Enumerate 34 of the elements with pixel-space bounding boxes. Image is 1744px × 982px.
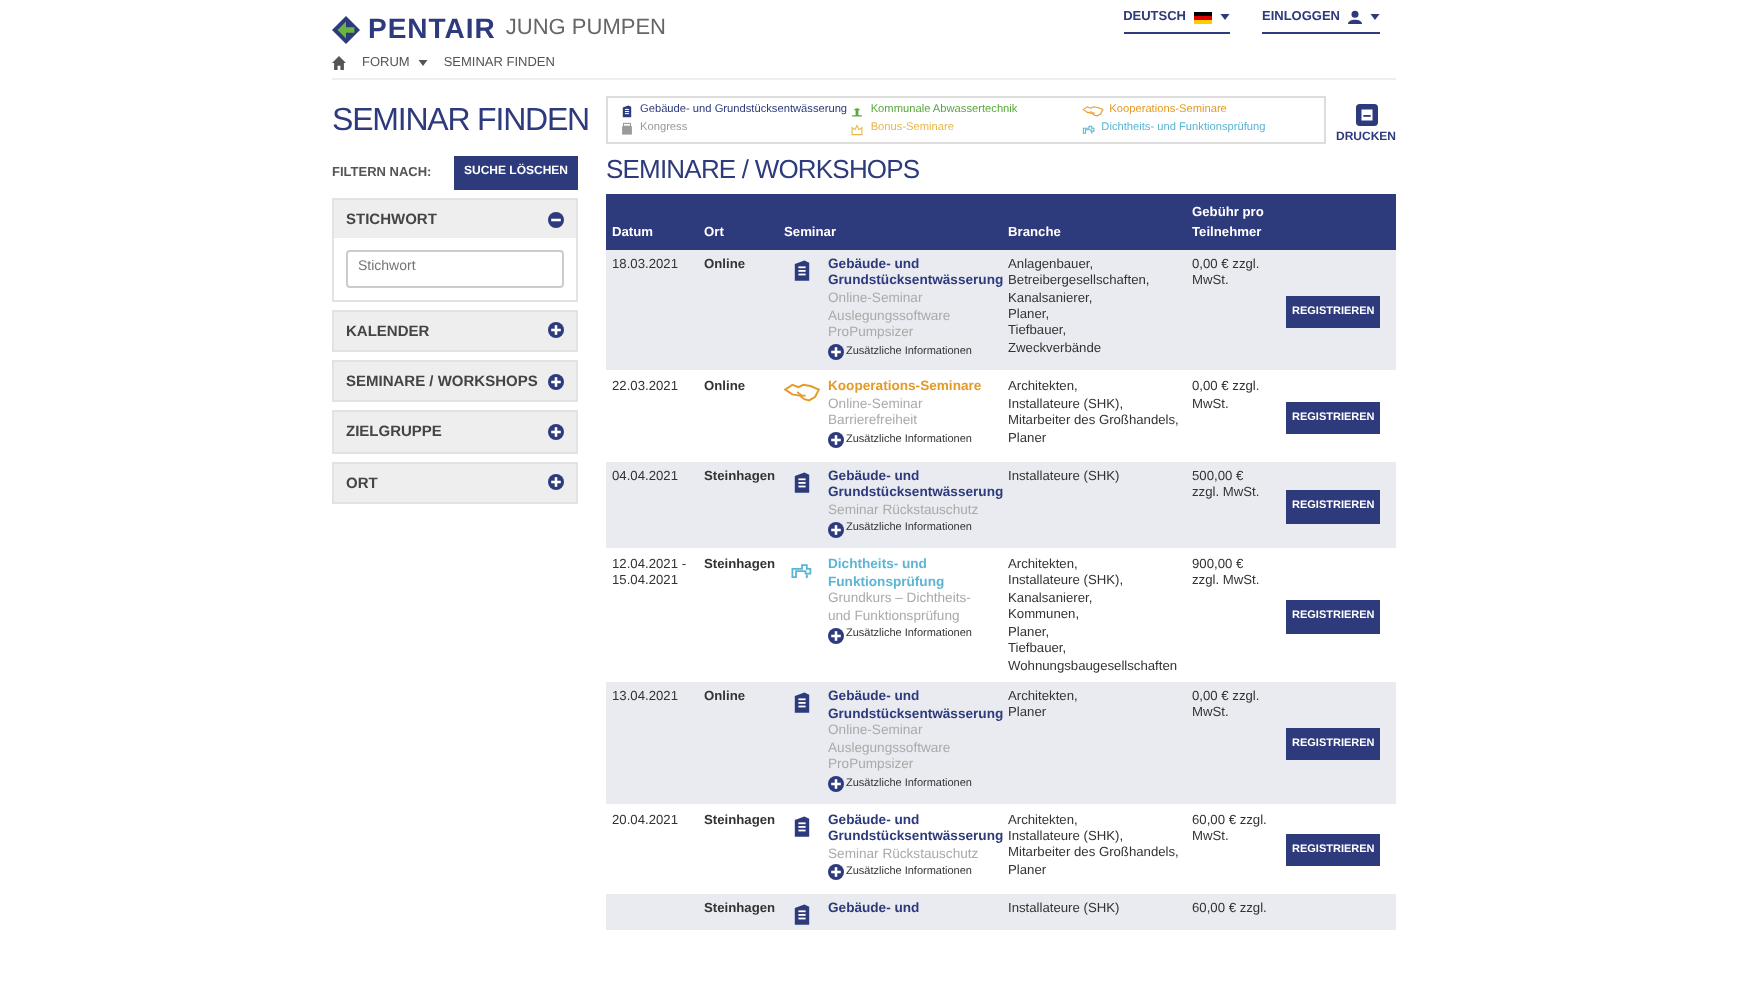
expand-icon[interactable]	[548, 373, 564, 390]
caret-icon	[1370, 14, 1380, 21]
handshake-icon	[1081, 104, 1104, 118]
faucet-icon	[1081, 122, 1096, 136]
expand-icon[interactable]	[828, 776, 844, 793]
user-icon	[1348, 10, 1362, 25]
box-icon	[620, 122, 634, 136]
brand-subtitle: JUNG PUMPEN	[505, 14, 666, 45]
expand-icon[interactable]	[828, 864, 844, 881]
collapse-icon[interactable]	[548, 211, 564, 228]
building-icon	[790, 689, 814, 714]
building-icon	[790, 257, 814, 282]
crown-icon	[850, 122, 865, 136]
building-icon	[790, 469, 814, 494]
building-icon	[620, 104, 634, 118]
building-icon	[790, 813, 814, 837]
expand-icon[interactable]	[828, 343, 844, 360]
expand-icon[interactable]	[828, 521, 844, 538]
expand-icon[interactable]	[548, 322, 564, 339]
expand-icon[interactable]	[548, 423, 564, 440]
building-icon	[790, 901, 814, 926]
home-icon[interactable]	[332, 56, 346, 70]
caret-icon	[417, 60, 428, 66]
caret-icon	[1219, 14, 1230, 21]
flag-icon	[1193, 11, 1212, 24]
logo-icon	[332, 15, 360, 43]
page-title: SEMINAR FINDEN	[332, 104, 589, 141]
section-title: SEMINARE / WORKSHOPS	[606, 156, 920, 186]
handshake-icon	[784, 380, 820, 405]
expand-icon[interactable]	[548, 474, 564, 491]
faucet-icon	[790, 558, 814, 583]
expand-icon[interactable]	[828, 627, 844, 644]
expand-icon[interactable]	[828, 432, 844, 449]
brand-name: PENTAIR	[368, 10, 496, 48]
